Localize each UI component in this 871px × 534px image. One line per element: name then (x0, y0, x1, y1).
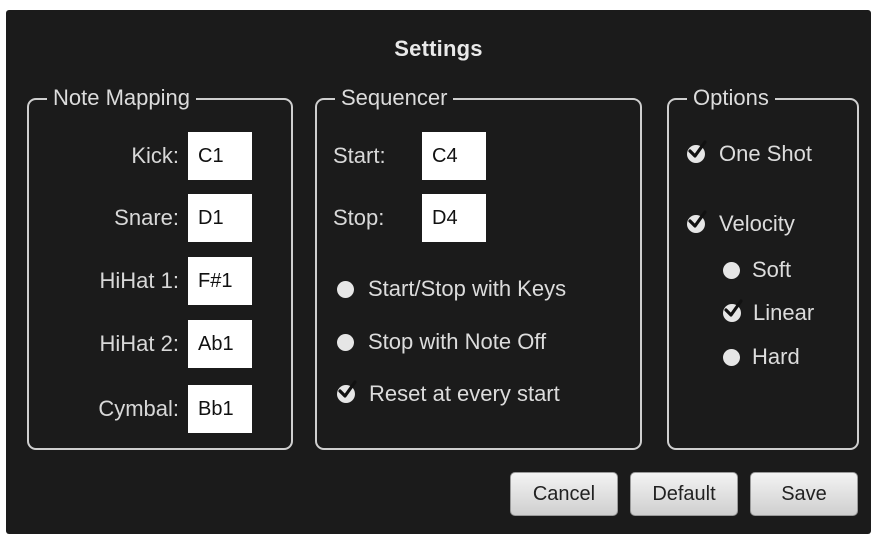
start-stop-with-keys-option[interactable]: Start/Stop with Keys (337, 276, 566, 302)
start-stop-with-keys-label: Start/Stop with Keys (368, 276, 567, 301)
soft-label: Soft (752, 257, 792, 282)
dialog-title: Settings (394, 36, 483, 61)
hihat2-label: HiHat 2: (99, 331, 179, 356)
stop-with-note-off-option[interactable]: Stop with Note Off (337, 329, 546, 355)
velocity-soft-option[interactable]: Soft (723, 257, 791, 283)
note-mapping-legend: Note Mapping (47, 85, 196, 111)
stop-note-field[interactable] (422, 194, 486, 242)
radio-unchecked-icon (723, 348, 740, 366)
kick-note-field[interactable] (188, 132, 252, 180)
stop-label: Stop: (333, 205, 385, 230)
hihat1-label: HiHat 1: (99, 268, 179, 293)
checkmark-icon (687, 210, 707, 233)
cymbal-label: Cymbal: (98, 396, 179, 421)
reset-at-every-start-label: Reset at every start (369, 381, 560, 406)
settings-dialog: Settings Note Mapping Kick: Snare: HiHat… (6, 10, 871, 534)
radio-unchecked-icon (723, 261, 740, 279)
cancel-button[interactable]: Cancel (510, 472, 618, 516)
linear-label: Linear (753, 300, 815, 325)
reset-at-every-start-option[interactable]: Reset at every start (337, 380, 560, 407)
radio-unchecked-icon (337, 333, 354, 351)
snare-label: Snare: (114, 205, 179, 230)
velocity-linear-option[interactable]: Linear (723, 299, 815, 326)
options-legend: Options (687, 85, 775, 111)
note-mapping-group: Note Mapping Kick: Snare: HiHat 1: HiHat… (27, 85, 293, 450)
start-note-field[interactable] (422, 132, 486, 180)
options-group: Options One Shot Velocity Soft Linear Ha… (667, 85, 859, 450)
velocity-hard-option[interactable]: Hard (723, 344, 800, 370)
hihat2-note-field[interactable] (188, 320, 252, 368)
one-shot-label: One Shot (719, 141, 812, 166)
checkmark-icon (337, 380, 357, 403)
kick-label: Kick: (131, 143, 179, 168)
save-button[interactable]: Save (750, 472, 858, 516)
start-label: Start: (333, 143, 386, 168)
checkmark-icon (723, 299, 743, 322)
radio-unchecked-icon (337, 280, 354, 298)
snare-note-field[interactable] (188, 194, 252, 242)
sequencer-group: Sequencer Start: Stop: Start/Stop with K… (315, 85, 642, 450)
stop-with-note-off-label: Stop with Note Off (368, 329, 547, 354)
hard-label: Hard (752, 344, 800, 369)
cymbal-note-field[interactable] (188, 385, 252, 433)
sequencer-legend: Sequencer (335, 85, 454, 111)
velocity-label: Velocity (719, 211, 795, 236)
one-shot-option[interactable]: One Shot (687, 140, 812, 167)
velocity-option[interactable]: Velocity (687, 210, 795, 237)
checkmark-icon (687, 140, 707, 163)
hihat1-note-field[interactable] (188, 257, 252, 305)
default-button[interactable]: Default (630, 472, 738, 516)
